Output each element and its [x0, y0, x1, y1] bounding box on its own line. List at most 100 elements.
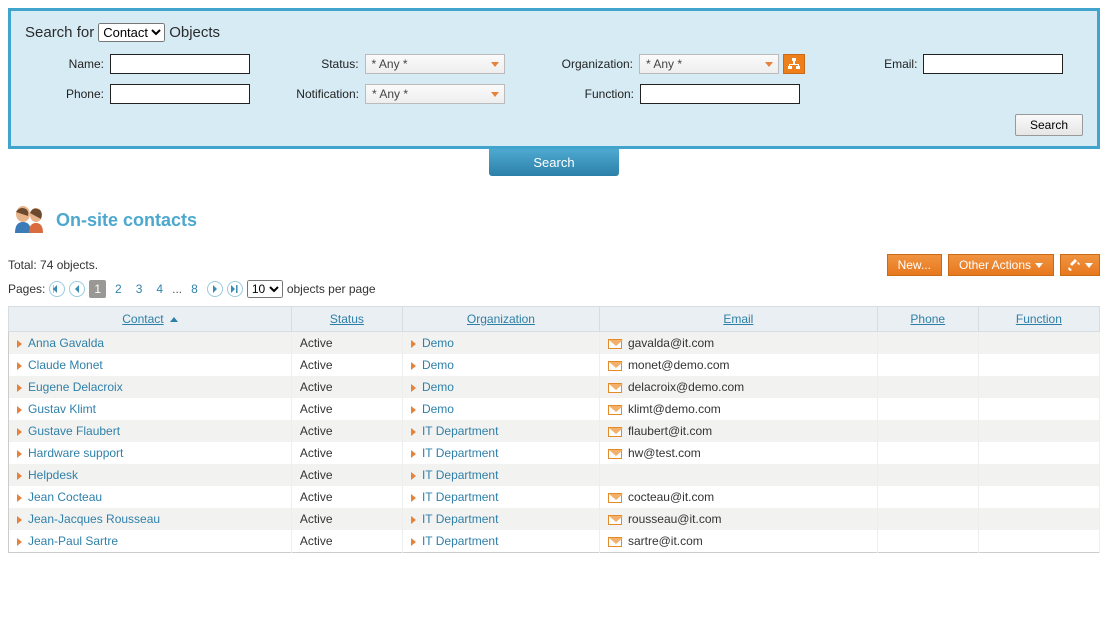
tools-button[interactable]: [1060, 254, 1100, 276]
caret-right-icon: [411, 428, 416, 436]
status-cell: Active: [291, 486, 402, 508]
search-tab[interactable]: Search: [489, 149, 619, 176]
function-cell: [978, 464, 1099, 486]
notification-dropdown[interactable]: * Any *: [365, 84, 505, 104]
organization-link[interactable]: IT Department: [422, 490, 498, 504]
email-cell: cocteau@it.com: [628, 490, 714, 504]
page-1[interactable]: 1: [89, 280, 106, 298]
contact-link[interactable]: Jean-Paul Sartre: [28, 534, 118, 548]
name-label: Name:: [25, 57, 110, 71]
table-row: Gustav KlimtActiveDemoklimt@demo.com: [9, 398, 1100, 420]
first-page-icon[interactable]: [49, 281, 65, 297]
chevron-down-icon: [1085, 263, 1093, 268]
function-cell: [978, 530, 1099, 553]
column-phone[interactable]: Phone: [877, 307, 978, 332]
pager-ellipsis: ...: [172, 282, 182, 296]
status-cell: Active: [291, 398, 402, 420]
phone-cell: [877, 442, 978, 464]
caret-right-icon: [17, 450, 22, 458]
column-contact[interactable]: Contact: [9, 307, 292, 332]
notification-label: Notification:: [265, 87, 365, 101]
total-count: Total: 74 objects.: [8, 258, 98, 272]
next-page-icon[interactable]: [207, 281, 223, 297]
function-cell: [978, 354, 1099, 376]
people-icon: [10, 204, 48, 236]
caret-right-icon: [17, 538, 22, 546]
caret-right-icon: [17, 494, 22, 502]
table-row: HelpdeskActiveIT Department: [9, 464, 1100, 486]
caret-right-icon: [411, 450, 416, 458]
page-2[interactable]: 2: [110, 280, 127, 298]
organization-link[interactable]: IT Department: [422, 512, 498, 526]
email-cell: hw@test.com: [628, 446, 701, 460]
organization-link[interactable]: IT Department: [422, 468, 498, 482]
table-row: Claude MonetActiveDemomonet@demo.com: [9, 354, 1100, 376]
status-dropdown[interactable]: * Any *: [365, 54, 505, 74]
organization-link[interactable]: Demo: [422, 358, 454, 372]
organization-link[interactable]: IT Department: [422, 424, 498, 438]
other-actions-button[interactable]: Other Actions: [948, 254, 1054, 276]
new-button[interactable]: New...: [887, 254, 942, 276]
organization-link[interactable]: IT Department: [422, 534, 498, 548]
table-row: Jean Cocteau Active IT Department cocteau@i…: [9, 486, 1100, 508]
function-cell: [978, 486, 1099, 508]
organization-link[interactable]: Demo: [422, 402, 454, 416]
email-cell: monet@demo.com: [628, 358, 730, 372]
last-page-icon[interactable]: [227, 281, 243, 297]
contact-link[interactable]: Jean-Jacques Rousseau: [28, 512, 160, 526]
chevron-down-icon: [1035, 263, 1043, 268]
object-type-select[interactable]: Contact: [98, 23, 165, 42]
status-cell: Active: [291, 420, 402, 442]
organization-link[interactable]: IT Department: [422, 446, 498, 460]
caret-right-icon: [17, 406, 22, 414]
search-title-suffix: Objects: [169, 24, 220, 41]
per-page-select[interactable]: 10: [247, 280, 283, 298]
mail-icon: [608, 493, 622, 503]
function-input[interactable]: [640, 84, 800, 104]
status-cell: Active: [291, 442, 402, 464]
organization-link[interactable]: Demo: [422, 336, 454, 350]
search-button[interactable]: Search: [1015, 114, 1083, 136]
function-cell: [978, 420, 1099, 442]
name-input[interactable]: [110, 54, 250, 74]
column-organization[interactable]: Organization: [402, 307, 599, 332]
phone-label: Phone:: [25, 87, 110, 101]
search-panel: Search for Contact Objects Name: Status:…: [8, 8, 1100, 149]
organization-link[interactable]: Demo: [422, 380, 454, 394]
column-status[interactable]: Status: [291, 307, 402, 332]
caret-right-icon: [411, 516, 416, 524]
email-input[interactable]: [923, 54, 1063, 74]
organization-dropdown[interactable]: * Any *: [639, 54, 779, 74]
page-3[interactable]: 3: [131, 280, 148, 298]
phone-cell: [877, 508, 978, 530]
contact-link[interactable]: Eugene Delacroix: [28, 380, 123, 394]
phone-cell: [877, 398, 978, 420]
phone-cell: [877, 332, 978, 355]
email-label: Email:: [863, 57, 923, 71]
contact-link[interactable]: Gustave Flaubert: [28, 424, 120, 438]
mail-icon: [608, 361, 622, 371]
function-cell: [978, 332, 1099, 355]
contact-link[interactable]: Gustav Klimt: [28, 402, 96, 416]
prev-page-icon[interactable]: [69, 281, 85, 297]
contact-link[interactable]: Claude Monet: [28, 358, 103, 372]
caret-right-icon: [411, 538, 416, 546]
caret-right-icon: [17, 384, 22, 392]
contact-link[interactable]: Jean Cocteau: [28, 490, 102, 504]
column-function[interactable]: Function: [978, 307, 1099, 332]
page-last[interactable]: 8: [186, 280, 203, 298]
function-cell: [978, 442, 1099, 464]
per-page-label: objects per page: [287, 282, 376, 296]
phone-input[interactable]: [110, 84, 250, 104]
table-row: Jean-Paul SartreActiveIT Departmentsartr…: [9, 530, 1100, 553]
contact-link[interactable]: Helpdesk: [28, 468, 78, 482]
contact-link[interactable]: Hardware support: [28, 446, 123, 460]
column-email[interactable]: Email: [599, 307, 877, 332]
contact-link[interactable]: Anna Gavalda: [28, 336, 104, 350]
function-cell: [978, 508, 1099, 530]
caret-right-icon: [17, 362, 22, 370]
org-tree-icon[interactable]: [783, 54, 805, 74]
phone-cell: [877, 376, 978, 398]
caret-right-icon: [411, 362, 416, 370]
page-4[interactable]: 4: [151, 280, 168, 298]
